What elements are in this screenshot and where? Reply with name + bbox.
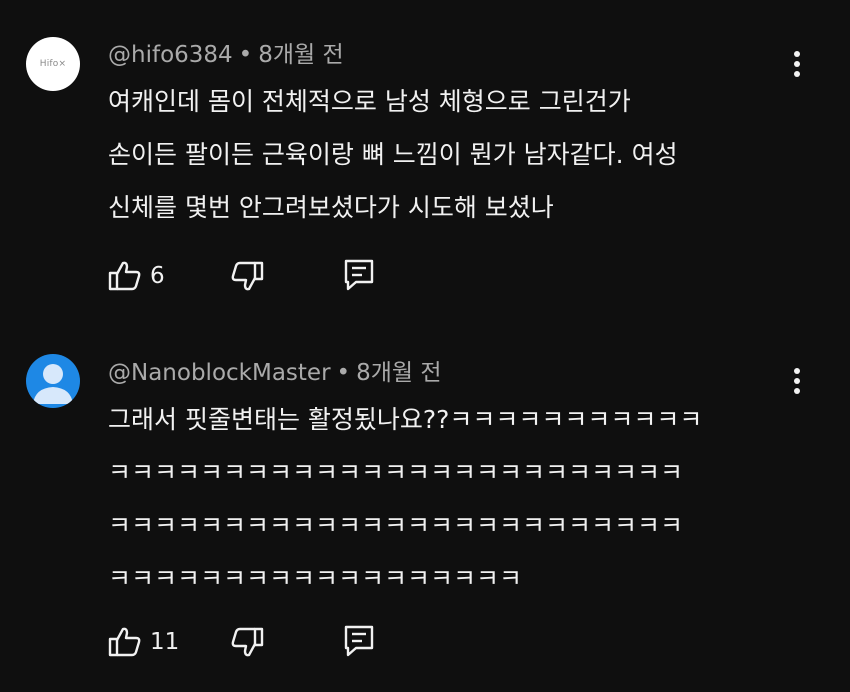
meta-separator: • [336,360,351,386]
comment-meta: @NanoblockMaster • 8개월 전 [108,358,442,388]
reply-button[interactable] [343,624,375,658]
more-vert-icon [794,368,800,394]
default-avatar-icon [33,364,73,404]
comment-text: 그래서 핏줄변태는 활정됬나요??ㅋㅋㅋㅋㅋㅋㅋㅋㅋㅋㅋ ㅋㅋㅋㅋㅋㅋㅋㅋㅋㅋㅋ… [108,393,778,605]
comment: @NanoblockMaster • 8개월 전 그래서 핏줄변태는 활정됬나요??… [0,0,850,692]
thumb-down-icon [231,627,264,657]
like-count: 11 [150,629,180,655]
comment-time[interactable]: 8개월 전 [356,360,441,386]
reply-icon [344,625,374,657]
comment-line: ㅋㅋㅋㅋㅋㅋㅋㅋㅋㅋㅋㅋㅋㅋㅋㅋㅋㅋㅋㅋㅋㅋㅋㅋㅋ [108,511,684,540]
more-options-button[interactable] [782,363,812,399]
author-name[interactable]: @NanoblockMaster [108,360,331,386]
dislike-button[interactable] [230,626,264,658]
thumb-up-icon [108,627,141,657]
comment-line: 그래서 핏줄변태는 활정됬나요??ㅋㅋㅋㅋㅋㅋㅋㅋㅋㅋㅋ [108,405,703,434]
comment-line: ㅋㅋㅋㅋㅋㅋㅋㅋㅋㅋㅋㅋㅋㅋㅋㅋㅋㅋㅋㅋㅋㅋㅋㅋㅋ [108,458,684,487]
avatar[interactable] [26,354,80,408]
comment-line: ㅋㅋㅋㅋㅋㅋㅋㅋㅋㅋㅋㅋㅋㅋㅋㅋㅋㅋ [108,564,523,593]
like-button[interactable]: 11 [108,626,179,658]
